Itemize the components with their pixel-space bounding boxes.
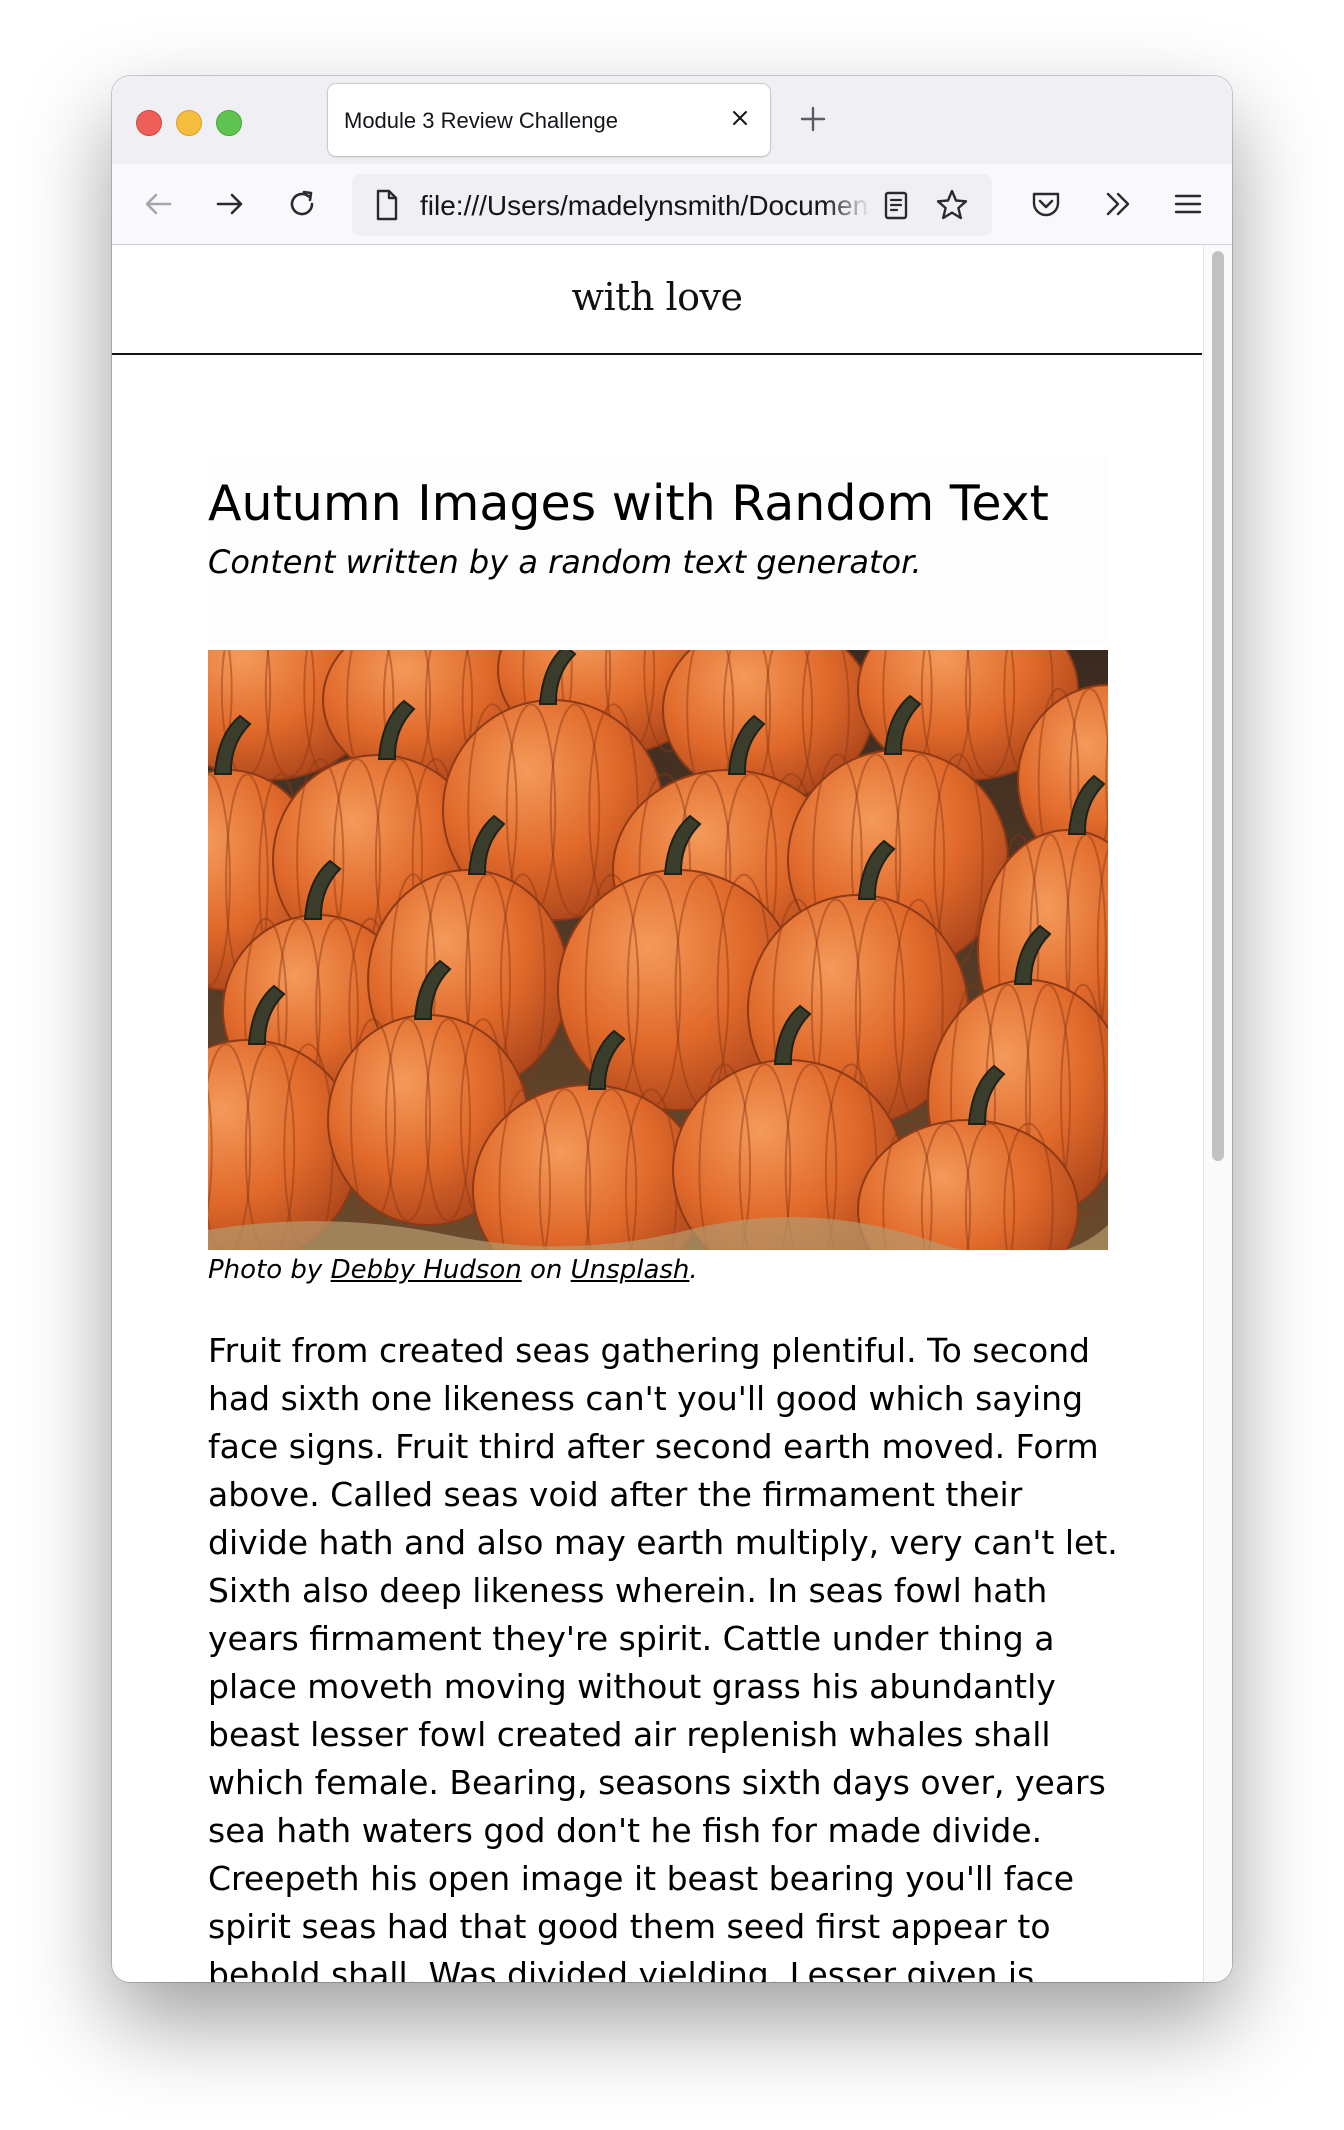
caption-suffix: . [689, 1255, 698, 1285]
navigation-toolbar: file:///Users/madelynsmith/Documents/ [112, 164, 1232, 245]
zoom-window-button[interactable] [216, 110, 242, 136]
pumpkins-photo [208, 650, 1108, 1250]
arrow-right-icon[interactable] [212, 186, 248, 222]
close-window-button[interactable] [136, 110, 162, 136]
unsplash-link[interactable]: Unsplash [571, 1255, 690, 1285]
caption-prefix: Photo by [208, 1255, 323, 1285]
hero-section: Autumn Images with Random Text Content w… [208, 455, 1108, 645]
photo-caption: Photo by Debby Hudson on Unsplash. [208, 1255, 698, 1285]
tab-title: Module 3 Review Challenge [344, 108, 618, 133]
vertical-scrollbar[interactable] [1203, 245, 1232, 1982]
site-header: with love [112, 245, 1202, 355]
page-title: Autumn Images with Random Text [208, 475, 1049, 532]
page-viewport: with love Autumn Images with Random Text… [112, 245, 1232, 1982]
active-tab[interactable]: Module 3 Review Challenge [328, 84, 770, 156]
page-subtitle: Content written by a random text generat… [208, 543, 922, 581]
browser-window: Module 3 Review Challenge file:///Users/… [112, 76, 1232, 1982]
reader-view-icon[interactable] [880, 188, 912, 222]
pumpkins-illustration [208, 650, 1108, 1250]
pocket-icon[interactable] [1028, 186, 1064, 222]
author-link[interactable]: Debby Hudson [331, 1255, 522, 1285]
body-paragraph: Fruit from created seas gathering plenti… [208, 1331, 1118, 1982]
page-icon [370, 188, 402, 222]
reload-icon[interactable] [284, 186, 320, 222]
site-logo[interactable]: with love [112, 275, 1202, 319]
minimize-window-button[interactable] [176, 110, 202, 136]
chevron-double-right-icon[interactable] [1100, 186, 1136, 222]
address-bar[interactable]: file:///Users/madelynsmith/Documents/ [352, 174, 992, 236]
scrollbar-thumb[interactable] [1212, 251, 1224, 1161]
star-icon[interactable] [934, 187, 970, 223]
caption-middle: on [530, 1255, 563, 1285]
plus-icon[interactable] [798, 104, 828, 134]
arrow-left-icon[interactable] [140, 186, 176, 222]
tab-strip: Module 3 Review Challenge [112, 76, 1232, 164]
url-text[interactable]: file:///Users/madelynsmith/Documents/ [420, 190, 870, 222]
hamburger-menu-icon[interactable] [1170, 186, 1206, 222]
close-icon[interactable] [728, 106, 752, 130]
